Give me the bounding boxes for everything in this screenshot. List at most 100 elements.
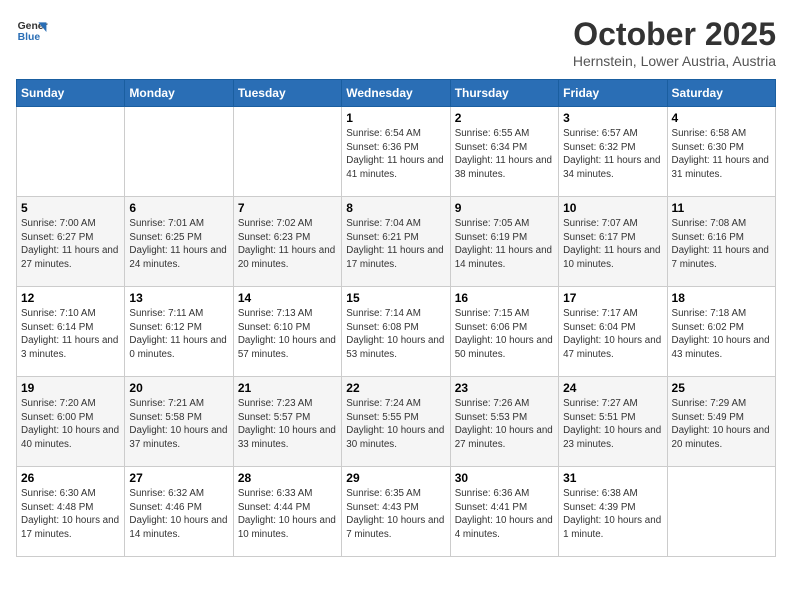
- day-info: Sunrise: 7:10 AM Sunset: 6:14 PM Dayligh…: [21, 307, 120, 362]
- calendar-cell: 18Sunrise: 7:18 AM Sunset: 6:02 PM Dayli…: [667, 287, 775, 377]
- day-info: Sunrise: 6:58 AM Sunset: 6:30 PM Dayligh…: [672, 127, 771, 182]
- calendar-cell: 19Sunrise: 7:20 AM Sunset: 6:00 PM Dayli…: [17, 377, 125, 467]
- day-number: 19: [21, 381, 120, 395]
- day-number: 4: [672, 111, 771, 125]
- calendar-cell: 30Sunrise: 6:36 AM Sunset: 4:41 PM Dayli…: [450, 467, 558, 557]
- day-number: 21: [238, 381, 337, 395]
- location: Hernstein, Lower Austria, Austria: [573, 53, 776, 69]
- calendar-cell: 24 Sunrise: 7:27 AM Sunset: 5:51 PM Dayli…: [559, 377, 667, 467]
- calendar-cell: 12 Sunrise: 7:10 AM Sunset: 6:14 PM Dayli…: [17, 287, 125, 377]
- calendar-cell: 9 Sunrise: 7:05 AM Sunset: 6:19 PM Daylig…: [450, 197, 558, 287]
- day-number: 17: [563, 291, 662, 305]
- day-number: 31: [563, 471, 662, 485]
- day-info: Sunrise: 7:13 AM Sunset: 6:10 PM Dayligh…: [238, 307, 337, 362]
- day-info: Sunrise: 7:27 AM Sunset: 5:51 PM Dayligh…: [563, 397, 662, 452]
- calendar-cell: 2Sunrise: 6:55 AM Sunset: 6:34 PM Daylig…: [450, 107, 558, 197]
- calendar-table: SundayMondayTuesdayWednesdayThursdayFrid…: [16, 79, 776, 557]
- day-number: 9: [455, 201, 554, 215]
- day-info: Sunrise: 7:23 AM Sunset: 5:57 PM Dayligh…: [238, 397, 337, 452]
- calendar-cell: 1 Sunrise: 6:54 AM Sunset: 6:36 PM Daylig…: [342, 107, 450, 197]
- calendar-cell: 26 Sunrise: 6:30 AM Sunset: 4:48 PM Dayli…: [17, 467, 125, 557]
- day-number: 16: [455, 291, 554, 305]
- calendar-cell: 20 Sunrise: 7:21 AM Sunset: 5:58 PM Dayli…: [125, 377, 233, 467]
- calendar-cell: 7 Sunrise: 7:02 AM Sunset: 6:23 PM Daylig…: [233, 197, 341, 287]
- calendar-cell: 21 Sunrise: 7:23 AM Sunset: 5:57 PM Dayli…: [233, 377, 341, 467]
- day-number: 2: [455, 111, 554, 125]
- day-info: Sunrise: 7:05 AM Sunset: 6:19 PM Dayligh…: [455, 217, 554, 272]
- calendar-cell: 14Sunrise: 7:13 AM Sunset: 6:10 PM Dayli…: [233, 287, 341, 377]
- svg-text:Blue: Blue: [18, 32, 41, 43]
- day-info: Sunrise: 7:21 AM Sunset: 5:58 PM Dayligh…: [129, 397, 228, 452]
- weekday-header-row: SundayMondayTuesdayWednesdayThursdayFrid…: [17, 80, 776, 107]
- day-info: Sunrise: 6:38 AM Sunset: 4:39 PM Dayligh…: [563, 487, 662, 542]
- day-number: 1: [346, 111, 445, 125]
- day-number: 5: [21, 201, 120, 215]
- day-info: Sunrise: 7:04 AM Sunset: 6:21 PM Dayligh…: [346, 217, 445, 272]
- day-info: Sunrise: 7:15 AM Sunset: 6:06 PM Dayligh…: [455, 307, 554, 362]
- calendar-cell: 31 Sunrise: 6:38 AM Sunset: 4:39 PM Dayli…: [559, 467, 667, 557]
- calendar-cell: 6Sunrise: 7:01 AM Sunset: 6:25 PM Daylig…: [125, 197, 233, 287]
- calendar-week-row: 5 Sunrise: 7:00 AM Sunset: 6:27 PM Daylig…: [17, 197, 776, 287]
- day-info: Sunrise: 7:17 AM Sunset: 6:04 PM Dayligh…: [563, 307, 662, 362]
- day-number: 26: [21, 471, 120, 485]
- calendar-cell: [125, 107, 233, 197]
- day-number: 20: [129, 381, 228, 395]
- day-info: Sunrise: 7:26 AM Sunset: 5:53 PM Dayligh…: [455, 397, 554, 452]
- weekday-header: Thursday: [450, 80, 558, 107]
- day-info: Sunrise: 6:35 AM Sunset: 4:43 PM Dayligh…: [346, 487, 445, 542]
- day-number: 3: [563, 111, 662, 125]
- calendar-cell: [667, 467, 775, 557]
- weekday-header: Tuesday: [233, 80, 341, 107]
- calendar-week-row: 19Sunrise: 7:20 AM Sunset: 6:00 PM Dayli…: [17, 377, 776, 467]
- day-number: 24: [563, 381, 662, 395]
- calendar-cell: 8 Sunrise: 7:04 AM Sunset: 6:21 PM Daylig…: [342, 197, 450, 287]
- calendar-cell: 5 Sunrise: 7:00 AM Sunset: 6:27 PM Daylig…: [17, 197, 125, 287]
- day-number: 12: [21, 291, 120, 305]
- day-info: Sunrise: 6:36 AM Sunset: 4:41 PM Dayligh…: [455, 487, 554, 542]
- calendar-cell: 17 Sunrise: 7:17 AM Sunset: 6:04 PM Dayli…: [559, 287, 667, 377]
- day-info: Sunrise: 7:00 AM Sunset: 6:27 PM Dayligh…: [21, 217, 120, 272]
- calendar-cell: 23 Sunrise: 7:26 AM Sunset: 5:53 PM Dayli…: [450, 377, 558, 467]
- day-number: 13: [129, 291, 228, 305]
- month-title: October 2025: [573, 16, 776, 53]
- day-number: 22: [346, 381, 445, 395]
- calendar-week-row: 26 Sunrise: 6:30 AM Sunset: 4:48 PM Dayli…: [17, 467, 776, 557]
- calendar-cell: 27Sunrise: 6:32 AM Sunset: 4:46 PM Dayli…: [125, 467, 233, 557]
- calendar-cell: 11 Sunrise: 7:08 AM Sunset: 6:16 PM Dayli…: [667, 197, 775, 287]
- calendar-cell: 29Sunrise: 6:35 AM Sunset: 4:43 PM Dayli…: [342, 467, 450, 557]
- day-info: Sunrise: 7:14 AM Sunset: 6:08 PM Dayligh…: [346, 307, 445, 362]
- day-number: 25: [672, 381, 771, 395]
- day-info: Sunrise: 7:11 AM Sunset: 6:12 PM Dayligh…: [129, 307, 228, 362]
- weekday-header: Sunday: [17, 80, 125, 107]
- day-info: Sunrise: 6:30 AM Sunset: 4:48 PM Dayligh…: [21, 487, 120, 542]
- logo-icon: General Blue: [16, 16, 48, 48]
- weekday-header: Monday: [125, 80, 233, 107]
- day-info: Sunrise: 7:01 AM Sunset: 6:25 PM Dayligh…: [129, 217, 228, 272]
- calendar-cell: 3 Sunrise: 6:57 AM Sunset: 6:32 PM Daylig…: [559, 107, 667, 197]
- day-info: Sunrise: 7:07 AM Sunset: 6:17 PM Dayligh…: [563, 217, 662, 272]
- day-number: 7: [238, 201, 337, 215]
- calendar-cell: 10Sunrise: 7:07 AM Sunset: 6:17 PM Dayli…: [559, 197, 667, 287]
- day-number: 23: [455, 381, 554, 395]
- day-number: 11: [672, 201, 771, 215]
- day-info: Sunrise: 7:24 AM Sunset: 5:55 PM Dayligh…: [346, 397, 445, 452]
- weekday-header: Friday: [559, 80, 667, 107]
- day-info: Sunrise: 7:18 AM Sunset: 6:02 PM Dayligh…: [672, 307, 771, 362]
- day-info: Sunrise: 7:02 AM Sunset: 6:23 PM Dayligh…: [238, 217, 337, 272]
- day-number: 8: [346, 201, 445, 215]
- day-number: 27: [129, 471, 228, 485]
- weekday-header: Wednesday: [342, 80, 450, 107]
- calendar-cell: 13 Sunrise: 7:11 AM Sunset: 6:12 PM Dayli…: [125, 287, 233, 377]
- calendar-cell: [17, 107, 125, 197]
- day-info: Sunrise: 6:57 AM Sunset: 6:32 PM Dayligh…: [563, 127, 662, 182]
- calendar-cell: 4 Sunrise: 6:58 AM Sunset: 6:30 PM Daylig…: [667, 107, 775, 197]
- calendar-cell: 16 Sunrise: 7:15 AM Sunset: 6:06 PM Dayli…: [450, 287, 558, 377]
- weekday-header: Saturday: [667, 80, 775, 107]
- calendar-cell: 25 Sunrise: 7:29 AM Sunset: 5:49 PM Dayli…: [667, 377, 775, 467]
- day-info: Sunrise: 7:08 AM Sunset: 6:16 PM Dayligh…: [672, 217, 771, 272]
- day-info: Sunrise: 6:54 AM Sunset: 6:36 PM Dayligh…: [346, 127, 445, 182]
- day-number: 28: [238, 471, 337, 485]
- day-info: Sunrise: 7:29 AM Sunset: 5:49 PM Dayligh…: [672, 397, 771, 452]
- calendar-week-row: 12 Sunrise: 7:10 AM Sunset: 6:14 PM Dayli…: [17, 287, 776, 377]
- calendar-cell: 22 Sunrise: 7:24 AM Sunset: 5:55 PM Dayli…: [342, 377, 450, 467]
